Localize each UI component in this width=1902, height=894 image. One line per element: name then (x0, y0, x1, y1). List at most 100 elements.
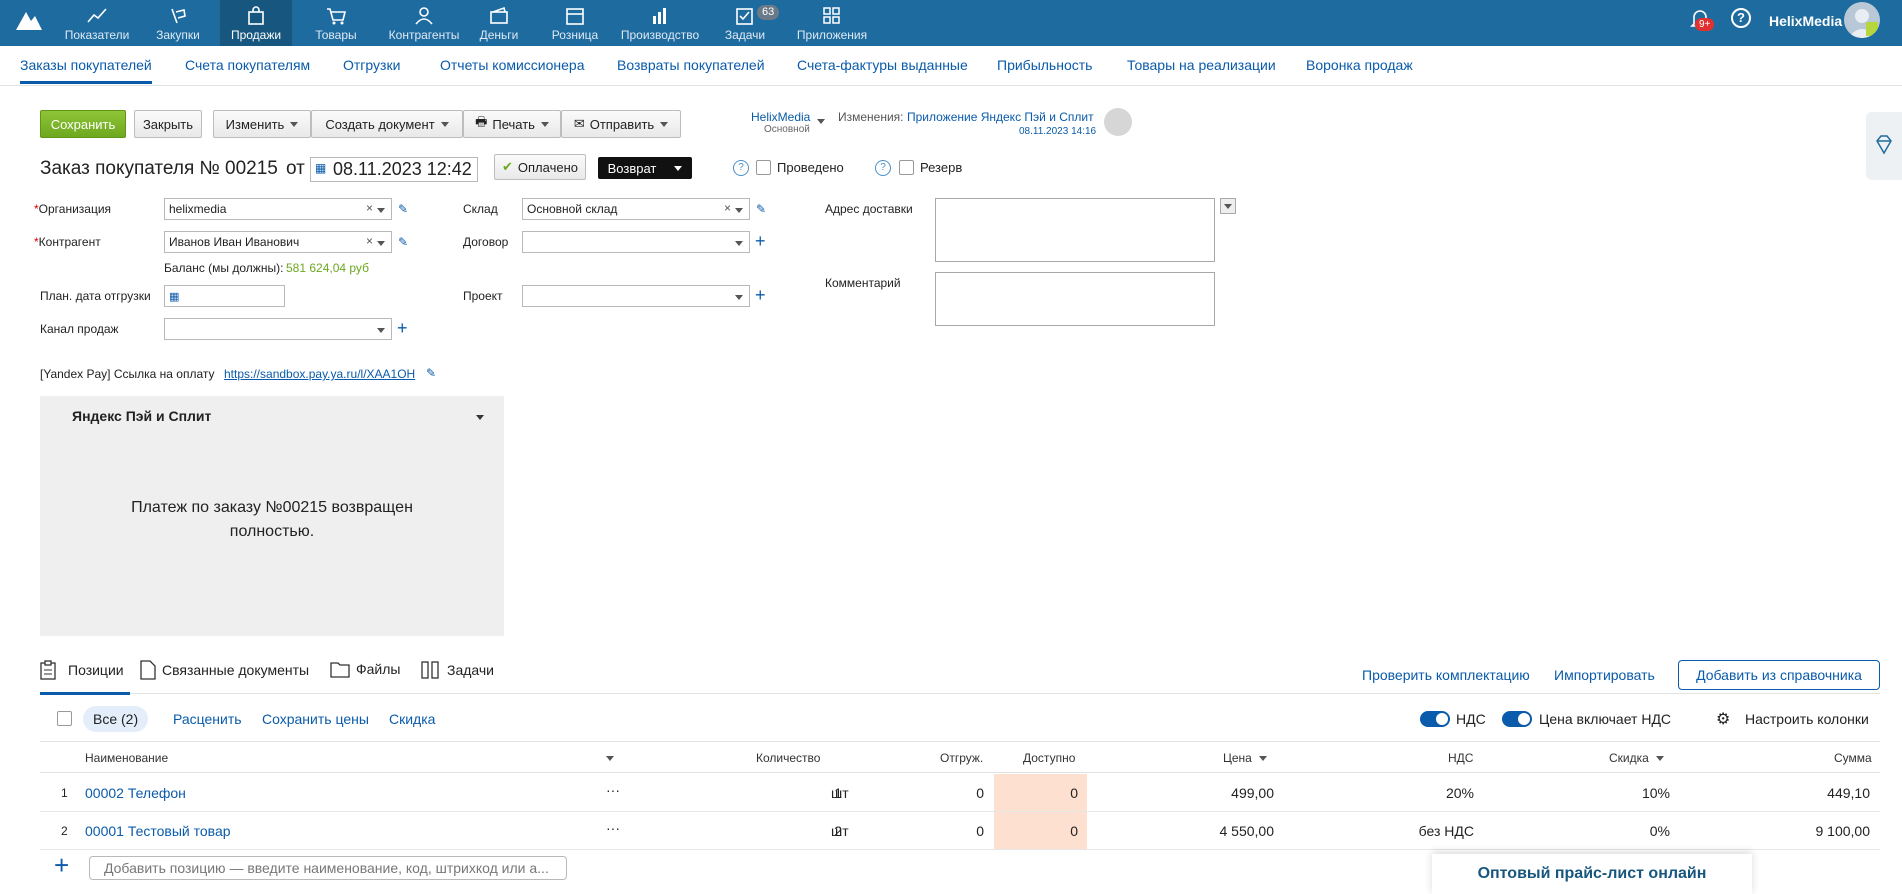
col-available-header[interactable]: Доступно (1023, 751, 1075, 765)
clear-icon[interactable]: × (724, 201, 731, 215)
chevron-down-icon[interactable] (817, 119, 825, 124)
nav-contractors[interactable]: Контрагенты (378, 0, 470, 46)
organization-select[interactable]: helixmedia × (164, 198, 392, 220)
clear-icon[interactable]: × (366, 234, 373, 248)
columns-settings-icon[interactable]: ⚙ (1716, 709, 1730, 729)
col-price-header[interactable]: Цена (1223, 751, 1252, 765)
reprice-link[interactable]: Расценить (173, 711, 242, 727)
wholesale-price-list-banner[interactable]: Оптовый прайс-лист онлайн (1432, 854, 1752, 894)
send-button[interactable]: ✉ Отправить (561, 110, 681, 138)
chevron-down-icon[interactable] (606, 756, 614, 761)
col-sum-header[interactable]: Сумма (1834, 751, 1872, 765)
address-dropdown-button[interactable] (1220, 198, 1236, 214)
nav-sales[interactable]: Продажи (220, 0, 292, 46)
username[interactable]: HelixMedia (1769, 13, 1842, 29)
help-icon[interactable]: ? (1731, 8, 1751, 28)
tab-positions[interactable]: Позиции (40, 660, 124, 680)
nav-apps[interactable]: Приложения (790, 0, 874, 46)
tab-files[interactable]: Файлы (330, 660, 400, 678)
subnav-consignment-goods[interactable]: Товары на реализации (1127, 57, 1276, 73)
product-link[interactable]: 00001 Тестовый товар (85, 823, 231, 839)
subnav-customer-orders[interactable]: Заказы покупателей (20, 57, 152, 84)
subnav-customer-returns[interactable]: Возвраты покупателей (617, 57, 765, 73)
subnav-issued-invoices[interactable]: Счета-фактуры выданные (797, 57, 968, 73)
delivery-address-field[interactable] (935, 198, 1215, 262)
side-panel-toggle[interactable] (1866, 112, 1902, 180)
sales-channel-select[interactable] (164, 318, 392, 340)
comment-field[interactable] (935, 272, 1215, 326)
price-includes-vat-toggle[interactable] (1502, 711, 1532, 727)
nav-products[interactable]: Товары (306, 0, 366, 46)
help-icon[interactable]: ? (875, 160, 891, 176)
check-completeness-link[interactable]: Проверить комплектацию (1362, 667, 1530, 683)
subnav-profitability[interactable]: Прибыльность (997, 57, 1092, 73)
subnav-shipments[interactable]: Отгрузки (343, 57, 400, 73)
nav-retail[interactable]: Розница (548, 0, 602, 46)
subnav-sales-funnel[interactable]: Воронка продаж (1306, 57, 1413, 73)
chevron-down-icon[interactable] (476, 415, 484, 420)
import-link[interactable]: Импортировать (1554, 667, 1655, 683)
paid-button[interactable]: ✔ Оплачено (494, 154, 586, 180)
col-vat-header[interactable]: НДС (1448, 751, 1473, 765)
nav-production[interactable]: Производство (618, 0, 702, 46)
pencil-icon[interactable]: ✎ (756, 202, 766, 216)
add-position-input[interactable]: Добавить позицию — введите наименование,… (89, 856, 567, 880)
add-icon[interactable]: + (397, 319, 408, 337)
save-prices-link[interactable]: Сохранить цены (262, 711, 369, 727)
print-button[interactable]: 🖶 Печать (463, 110, 561, 138)
col-discount-header[interactable]: Скидка (1609, 751, 1649, 765)
clear-icon[interactable]: × (366, 201, 373, 215)
row-menu-icon[interactable]: ··· (606, 782, 620, 798)
yandex-pay-link[interactable]: https://sandbox.pay.ya.ru/l/XAA1OH (224, 367, 415, 381)
close-button[interactable]: Закрыть (134, 110, 202, 138)
tab-tasks[interactable]: Задачи (421, 660, 494, 680)
contract-select[interactable] (522, 231, 750, 253)
help-icon[interactable]: ? (733, 160, 749, 176)
project-select[interactable] (522, 285, 750, 307)
posted-checkbox[interactable] (756, 160, 771, 175)
add-icon[interactable]: + (755, 286, 766, 304)
table-row[interactable]: 2 00001 Тестовый товар ··· 2 шт 0 0 4 55… (40, 812, 1880, 850)
owner-selector[interactable]: HelixMedia (751, 110, 810, 124)
chevron-down-icon[interactable] (1656, 756, 1664, 761)
create-document-button[interactable]: Создать документ (311, 110, 463, 138)
pencil-icon[interactable]: ✎ (398, 235, 408, 249)
col-name-header[interactable]: Наименование (85, 751, 168, 765)
edit-dropdown-button[interactable]: Изменить (213, 110, 311, 138)
discount-link[interactable]: Скидка (389, 711, 435, 727)
changes-author-link[interactable]: Приложение Яндекс Пэй и Сплит (907, 110, 1094, 124)
return-button[interactable]: Возврат (598, 157, 692, 179)
chevron-down-icon (674, 165, 683, 171)
select-all-checkbox[interactable] (57, 711, 72, 726)
table-row[interactable]: 1 00002 Телефон ··· 1 шт 0 0 499,00 20% … (40, 774, 1880, 812)
configure-columns-link[interactable]: Настроить колонки (1745, 711, 1869, 727)
vat-toggle[interactable] (1420, 711, 1450, 727)
reserve-label: Резерв (920, 160, 963, 175)
nav-money[interactable]: Деньги (472, 0, 526, 46)
order-date-field[interactable]: ▦ 08.11.2023 12:42 (310, 157, 478, 182)
filter-all-chip[interactable]: Все (2) (83, 706, 149, 732)
product-link[interactable]: 00002 Телефон (85, 785, 186, 801)
col-shipped-header[interactable]: Отгруж. (940, 751, 983, 765)
pencil-icon[interactable]: ✎ (398, 202, 408, 216)
nav-indicators[interactable]: Показатели (62, 0, 132, 46)
ship-date-field[interactable]: ▦ (164, 285, 285, 307)
pencil-icon[interactable]: ✎ (426, 366, 436, 380)
warehouse-select[interactable]: Основной склад × (522, 198, 750, 220)
add-position-icon[interactable]: + (54, 852, 69, 878)
tab-related-documents[interactable]: Связанные документы (140, 660, 309, 680)
col-qty-header[interactable]: Количество (756, 751, 820, 765)
contractor-select[interactable]: Иванов Иван Иванович × (164, 231, 392, 253)
nav-purchases[interactable]: Закупки (148, 0, 208, 46)
chevron-down-icon[interactable] (1259, 756, 1267, 761)
row-menu-icon[interactable]: ··· (606, 820, 620, 836)
add-icon[interactable]: + (755, 232, 766, 250)
add-from-catalog-button[interactable]: Добавить из справочника (1678, 660, 1880, 690)
reserve-checkbox[interactable] (899, 160, 914, 175)
avatar[interactable] (1844, 2, 1880, 38)
order-number[interactable]: 00215 (225, 158, 278, 180)
subnav-customer-invoices[interactable]: Счета покупателям (185, 57, 310, 73)
save-button[interactable]: Сохранить (40, 110, 126, 138)
moysklad-logo[interactable] (14, 8, 44, 34)
subnav-commission-reports[interactable]: Отчеты комиссионера (440, 57, 585, 73)
